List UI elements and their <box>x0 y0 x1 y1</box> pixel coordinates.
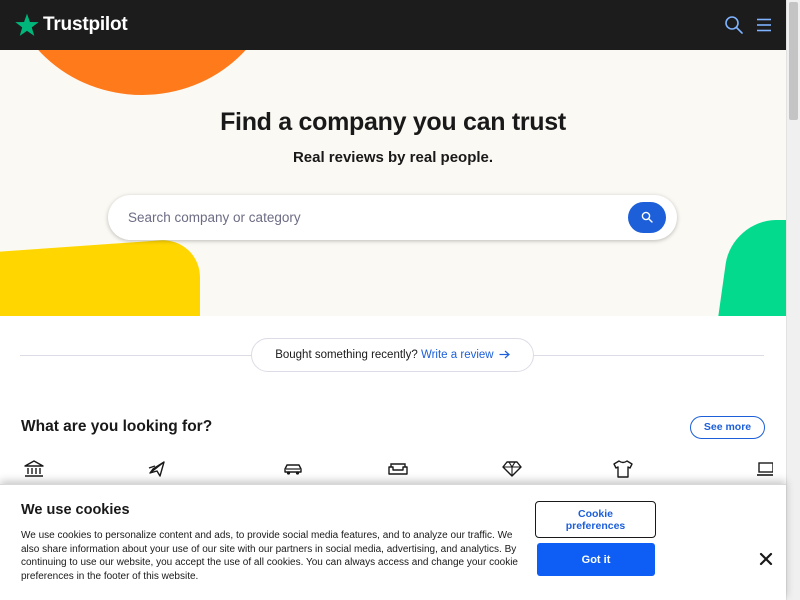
write-review-link[interactable]: Write a review <box>421 349 510 361</box>
search-bar <box>108 195 677 240</box>
search-button[interactable] <box>628 202 666 233</box>
brand-name: Trustpilot <box>43 14 128 35</box>
hero-section: Find a company you can trust Real review… <box>0 50 786 316</box>
hero-title: Find a company you can trust <box>220 108 566 136</box>
yellow-decoration <box>0 237 200 316</box>
cookie-title: We use cookies <box>21 502 130 518</box>
accept-cookies-button[interactable]: Got it <box>537 543 655 576</box>
close-icon[interactable] <box>758 551 774 567</box>
menu-icon[interactable] <box>756 17 772 33</box>
trustpilot-logo[interactable]: Trustpilot <box>13 12 128 38</box>
diamond-icon[interactable] <box>502 460 522 478</box>
search-icon[interactable] <box>724 15 744 35</box>
write-review-prompt: Bought something recently? Write a revie… <box>251 338 534 372</box>
search-input[interactable] <box>128 195 618 240</box>
car-icon[interactable] <box>283 460 303 478</box>
hero-subtitle: Real reviews by real people. <box>292 149 494 166</box>
top-navigation-bar: Trustpilot <box>0 0 786 50</box>
laptop-icon[interactable] <box>757 460 773 478</box>
arrow-right-icon <box>499 350 510 359</box>
scrollbar-thumb[interactable] <box>789 2 798 120</box>
green-decoration <box>712 220 786 316</box>
categories-title: What are you looking for? <box>21 418 213 435</box>
bank-icon[interactable] <box>24 460 44 478</box>
cookie-description: We use cookies to personalize content an… <box>21 530 518 582</box>
vertical-scrollbar[interactable] <box>786 0 800 600</box>
bought-text: Bought something recently? <box>275 349 418 361</box>
see-more-button[interactable]: See more <box>690 416 765 439</box>
star-logo-icon <box>15 13 39 36</box>
sofa-icon[interactable] <box>388 460 408 478</box>
orange-decoration <box>6 50 278 95</box>
airplane-icon[interactable] <box>147 460 167 478</box>
cookie-preferences-button[interactable]: Cookie preferences <box>535 501 656 538</box>
search-icon <box>641 211 653 223</box>
cookie-banner: We use cookies We use cookies to persona… <box>0 484 786 600</box>
write-review-label: Write a review <box>420 349 494 361</box>
tshirt-icon[interactable] <box>613 460 633 478</box>
